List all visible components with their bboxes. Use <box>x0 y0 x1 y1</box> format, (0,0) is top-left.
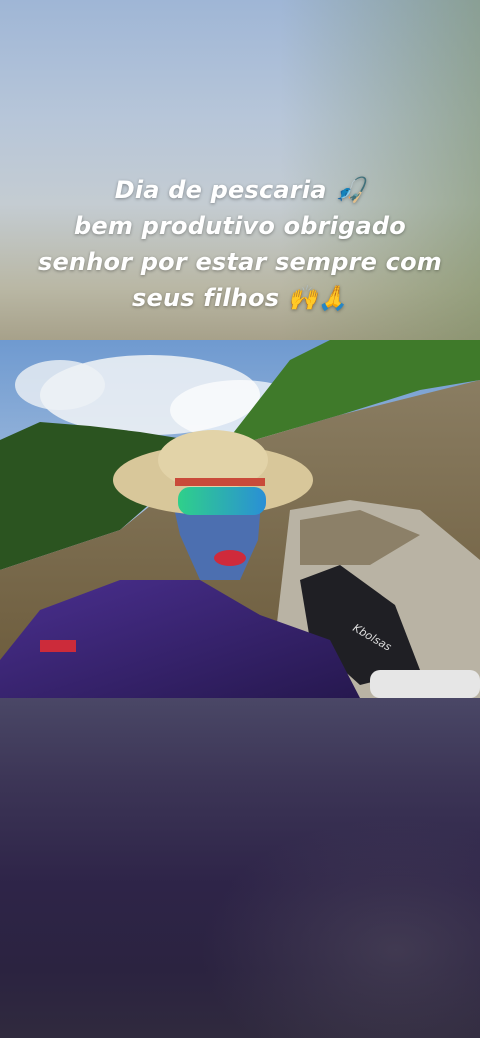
white-bag <box>370 670 480 698</box>
fishing-selfie-photo: Kbolsas <box>0 340 480 698</box>
mask-mouth-print <box>214 550 246 566</box>
caption-line-3: senhor por estar sempre com <box>37 248 443 276</box>
hat-band <box>175 478 265 486</box>
caption-line-2: bem produtivo obrigado <box>74 212 406 240</box>
blurred-background-bottom <box>0 698 480 1038</box>
shirt-logo <box>40 640 76 652</box>
photo-illustration: Kbolsas <box>0 340 480 698</box>
caption-line-4: seus filhos 🙌🙏 <box>132 284 348 312</box>
post-caption: Dia de pescaria 🎣 bem produtivo obrigado… <box>0 172 480 316</box>
caption-line-1: Dia de pescaria 🎣 <box>114 176 366 204</box>
sunglasses <box>178 487 266 515</box>
cloud <box>15 360 105 410</box>
